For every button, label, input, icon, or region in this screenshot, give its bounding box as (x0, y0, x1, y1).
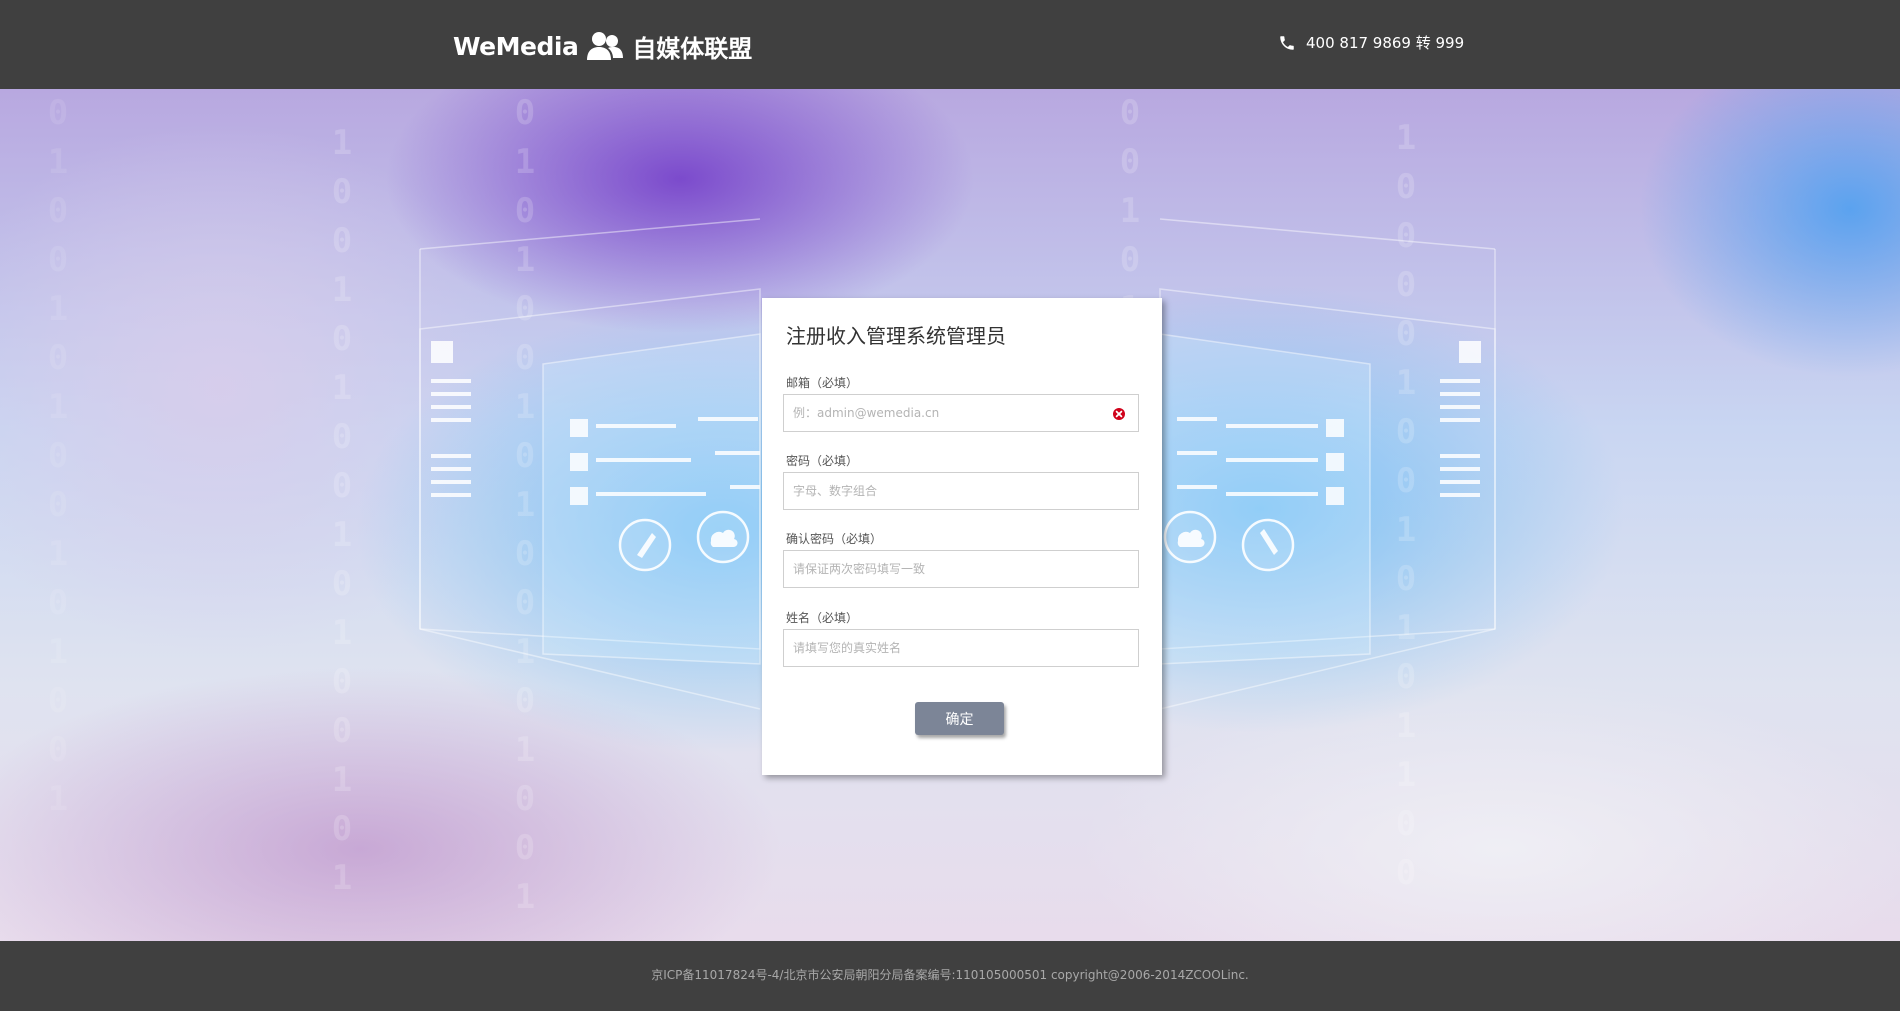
confirm-password-label: 确认密码（必填） (786, 532, 883, 546)
name-label: 姓名（必填） (786, 611, 859, 625)
confirm-button[interactable]: 确定 (915, 702, 1004, 735)
form-title: 注册收入管理系统管理员 (786, 324, 1006, 348)
password-label: 密码（必填） (786, 454, 859, 468)
close-circle-icon[interactable] (1112, 407, 1126, 421)
email-input[interactable] (783, 394, 1139, 432)
phone-number: 400 817 9869 转 999 (1306, 34, 1465, 52)
logo-text: WeMedia (453, 31, 579, 61)
users-icon (587, 32, 624, 60)
hotline: 400 817 9869 转 999 (1278, 32, 1464, 53)
register-card: 注册收入管理系统管理员 邮箱（必填） 密码（必填） 确认密码（必填） 姓名（必填… (762, 298, 1162, 775)
logo[interactable]: WeMedia 自媒体联盟 (453, 28, 752, 64)
page-footer: 京ICP备11017824号-4/北京市公安局朝阳分局备案编号:11010500… (0, 941, 1900, 1011)
footer-copyright: 京ICP备11017824号-4/北京市公安局朝阳分局备案编号:11010500… (651, 968, 1249, 982)
logo-chinese-text: 自媒体联盟 (632, 34, 753, 63)
hero-background: 1 0 0 1 0 1 0 0 1 0 1 0 0 1 0 1 0 1 0 1 … (0, 89, 1900, 941)
phone-icon (1280, 35, 1294, 50)
top-header: WeMedia 自媒体联盟 400 817 9869 转 999 (0, 0, 1900, 89)
email-label: 邮箱（必填） (786, 376, 859, 390)
confirm-password-input[interactable] (783, 550, 1139, 588)
name-input[interactable] (783, 629, 1139, 667)
password-input[interactable] (783, 472, 1139, 510)
